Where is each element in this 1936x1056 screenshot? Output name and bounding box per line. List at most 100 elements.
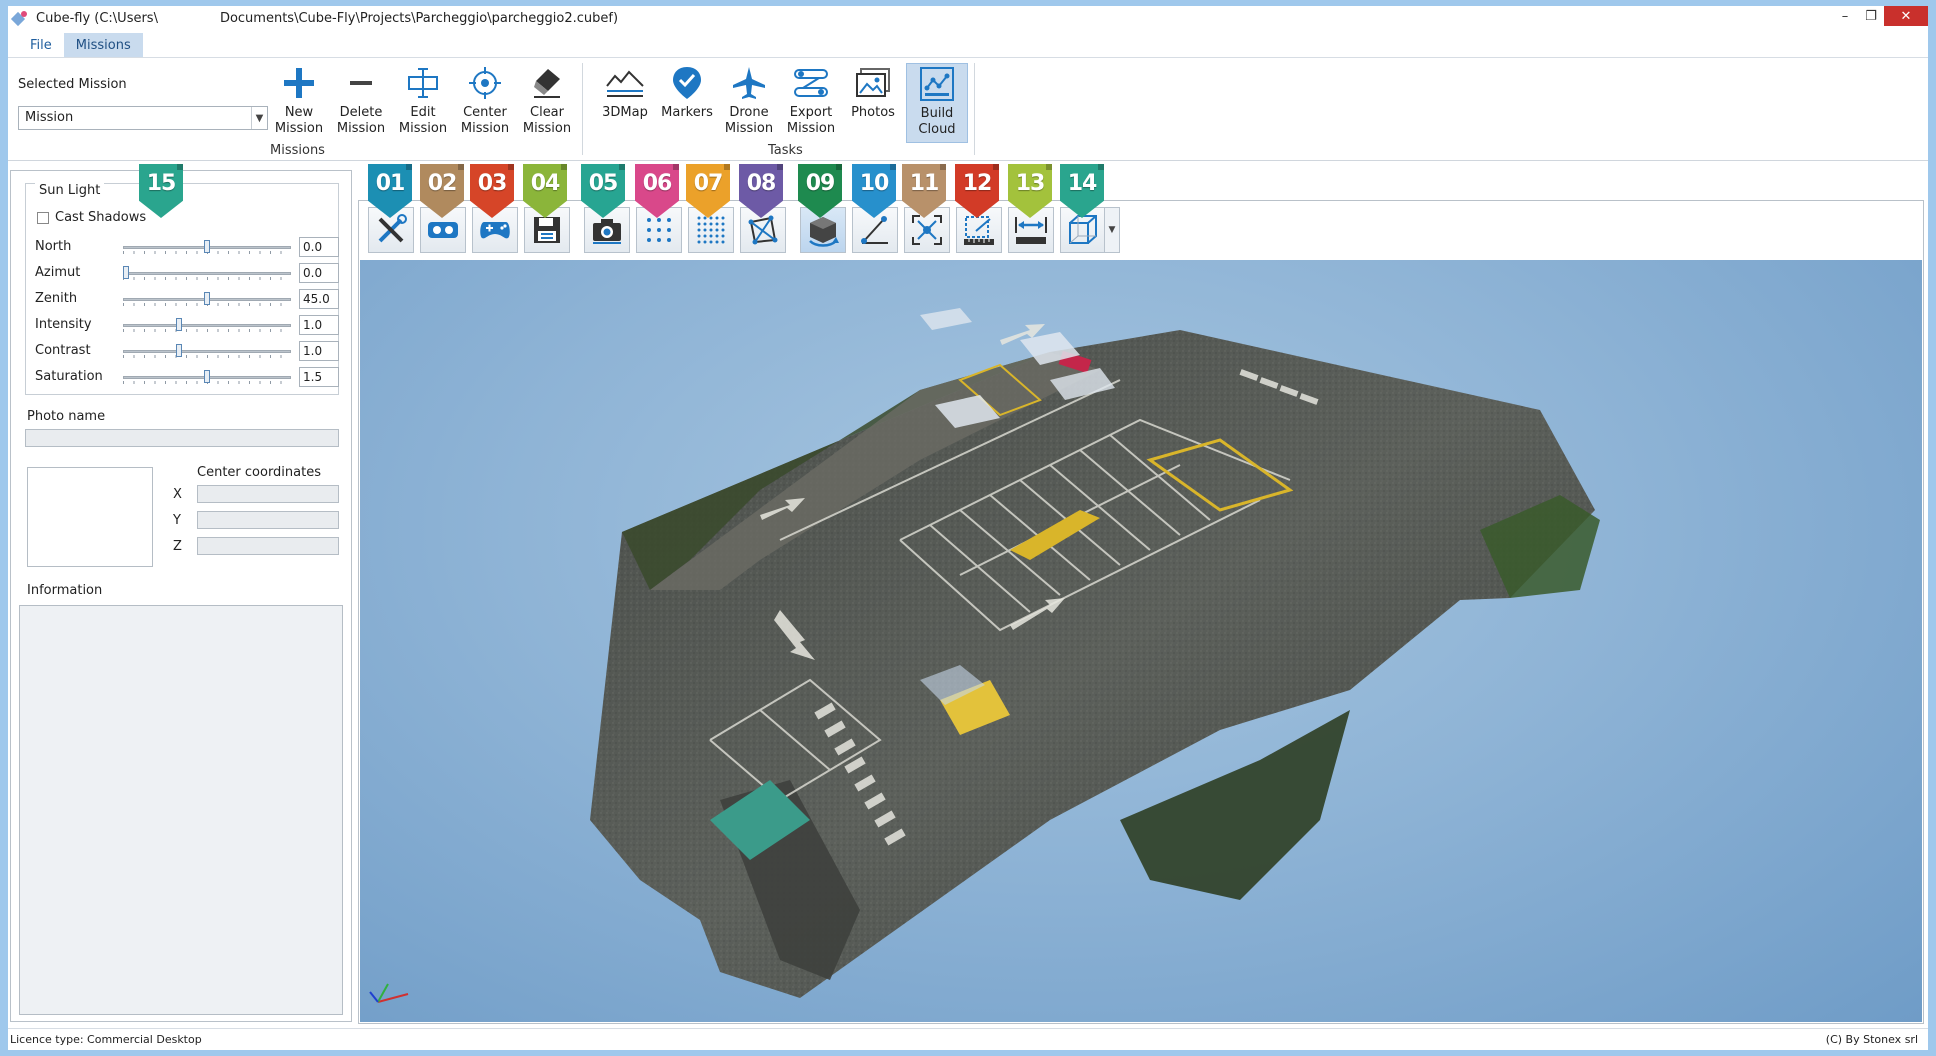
width-ruler-icon xyxy=(1015,217,1047,244)
build-cloud-button[interactable]: Build Cloud xyxy=(906,63,968,143)
center-mission-button[interactable]: Center Mission xyxy=(454,63,516,143)
selected-mission-label: Selected Mission xyxy=(18,77,127,92)
parking-texture xyxy=(590,330,1595,998)
information-box xyxy=(19,605,343,1015)
crop-ruler-icon xyxy=(964,216,994,245)
plus-icon xyxy=(279,63,319,103)
coord-z-field[interactable] xyxy=(197,537,339,555)
close-button[interactable]: ✕ xyxy=(1884,6,1928,26)
mission-select[interactable]: Mission ▼ xyxy=(18,106,268,130)
slider-value-input[interactable]: 1.0 xyxy=(299,315,339,335)
photo-preview xyxy=(27,467,153,567)
delete-mission-button[interactable]: Delete Mission xyxy=(330,63,392,143)
photo-name-field[interactable] xyxy=(25,429,339,447)
slider-thumb[interactable] xyxy=(204,240,210,253)
slider-value-input[interactable]: 0.0 xyxy=(299,263,339,283)
toolbar-more-dropdown[interactable]: ▼ xyxy=(1104,207,1120,253)
clear-mission-label: Clear Mission xyxy=(522,105,572,136)
slider-intensity: Intensity 1.0 xyxy=(35,315,339,335)
cast-shadows-label: Cast Shadows xyxy=(55,210,147,225)
build-cloud-icon xyxy=(917,64,957,104)
slider-track[interactable] xyxy=(123,350,291,353)
tools-icon xyxy=(378,214,407,243)
3dmap-button[interactable]: 3DMap xyxy=(594,63,656,129)
new-mission-label: New Mission xyxy=(274,105,324,136)
markers-button[interactable]: Markers xyxy=(656,63,718,129)
edit-mission-button[interactable]: Edit Mission xyxy=(392,63,454,143)
menu-tab-file[interactable]: File xyxy=(18,33,64,57)
coord-x-field[interactable] xyxy=(197,485,339,503)
new-mission-button[interactable]: New Mission xyxy=(268,63,330,143)
white-patch xyxy=(920,308,972,330)
photo-name-label: Photo name xyxy=(27,409,106,424)
coord-z-label: Z xyxy=(173,539,182,554)
export-mission-button[interactable]: Export Mission xyxy=(780,63,842,143)
center-coordinates-label: Center coordinates xyxy=(197,465,321,480)
slider-label: Saturation xyxy=(35,369,103,384)
coord-x-label: X xyxy=(173,487,182,502)
coord-y-field[interactable] xyxy=(197,511,339,529)
distance-icon xyxy=(861,216,888,244)
center-mission-label: Center Mission xyxy=(460,105,510,136)
minimize-button[interactable]: – xyxy=(1832,6,1858,26)
restore-button[interactable]: ❐ xyxy=(1858,6,1884,26)
slider-thumb[interactable] xyxy=(204,370,210,383)
axis-gizmo-icon xyxy=(369,983,409,1003)
slider-thumb[interactable] xyxy=(176,318,183,331)
slider-value-input[interactable]: 1.0 xyxy=(299,341,339,361)
slider-value-input[interactable]: 0.0 xyxy=(299,237,339,257)
clear-mission-button[interactable]: Clear Mission xyxy=(516,63,578,143)
tasks-group-label: Tasks xyxy=(768,143,803,158)
point-cloud-render xyxy=(590,308,1600,998)
gamepad-icon xyxy=(480,222,510,239)
slider-label: Intensity xyxy=(35,317,92,332)
export-mission-label: Export Mission xyxy=(786,105,836,136)
drone-mission-button[interactable]: Drone Mission xyxy=(718,63,780,143)
mesh-icon xyxy=(748,215,778,245)
ribbon-separator xyxy=(582,63,583,155)
slider-label: Contrast xyxy=(35,343,91,358)
edit-mission-label: Edit Mission xyxy=(398,105,448,136)
photos-label: Photos xyxy=(851,105,895,120)
title-bar: Cube-fly (C:\Users\ Documents\Cube-Fly\P… xyxy=(8,6,1928,30)
slider-thumb[interactable] xyxy=(204,292,210,305)
cast-shadows-checkbox[interactable]: Cast Shadows xyxy=(37,210,146,225)
mission-select-value: Mission xyxy=(25,110,74,125)
chevron-down-icon[interactable]: ▼ xyxy=(251,107,267,129)
vr-headset-icon xyxy=(428,222,458,238)
airplane-icon xyxy=(729,63,769,103)
terrain-icon xyxy=(605,63,645,103)
menu-tab-missions[interactable]: Missions xyxy=(63,33,143,57)
cube-rotate-icon xyxy=(809,217,839,247)
slider-track[interactable] xyxy=(123,272,291,275)
checkbox-box[interactable] xyxy=(37,211,49,224)
slider-value-input[interactable]: 1.5 xyxy=(299,367,339,387)
slider-ticks xyxy=(123,329,291,332)
slider-track[interactable] xyxy=(123,324,291,327)
drone-mission-label: Drone Mission xyxy=(724,105,774,136)
slider-saturation: Saturation 1.5 xyxy=(35,367,339,387)
menu-bar: File Missions xyxy=(8,32,1928,58)
3dmap-label: 3DMap xyxy=(602,105,648,120)
3d-viewport[interactable] xyxy=(360,260,1922,1022)
slider-ticks xyxy=(123,355,291,358)
slider-thumb[interactable] xyxy=(176,344,183,357)
slider-contrast: Contrast 1.0 xyxy=(35,341,339,361)
status-bar: Licence type: Commercial Desktop (C) By … xyxy=(8,1028,1928,1050)
ribbon-separator xyxy=(974,63,975,155)
slider-label: Azimut xyxy=(35,265,81,280)
slider-ticks xyxy=(123,277,291,280)
slider-value-input[interactable]: 45.0 xyxy=(299,289,339,309)
photos-button[interactable]: Photos xyxy=(842,63,904,129)
window-controls: – ❐ ✕ xyxy=(1832,6,1928,30)
crosshair-icon xyxy=(465,63,505,103)
slider-label: Zenith xyxy=(35,291,78,306)
cube-outline-icon xyxy=(1069,215,1097,244)
build-cloud-label: Build Cloud xyxy=(918,106,956,137)
ribbon: Selected Mission Mission ▼ New Mission D… xyxy=(8,59,1928,161)
slider-zenith: Zenith 45.0 xyxy=(35,289,339,309)
sun-light-title: Sun Light xyxy=(35,183,105,198)
slider-label: North xyxy=(35,239,72,254)
slider-thumb[interactable] xyxy=(123,266,129,279)
edit-icon xyxy=(403,63,443,103)
